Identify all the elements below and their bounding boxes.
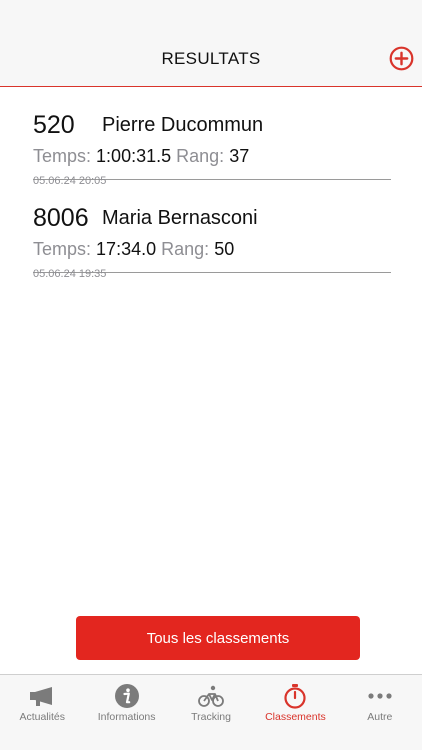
result-item[interactable]: 8006 Maria Bernasconi Temps: 17:34.0 Ran… [33, 180, 391, 280]
all-rankings-button[interactable]: Tous les classements [76, 616, 360, 660]
tab-informations[interactable]: Informations [84, 675, 168, 750]
time-label: Temps: [33, 146, 92, 166]
tab-label: Actualités [19, 711, 65, 723]
rank-label: Rang: [176, 146, 225, 166]
page-title: RESULTATS [161, 49, 261, 68]
tab-label: Autre [367, 711, 393, 723]
rank-value: 50 [214, 239, 235, 259]
tab-autre[interactable]: Autre [338, 675, 422, 750]
tab-tracking[interactable]: Tracking [169, 675, 253, 750]
time-label: Temps: [33, 239, 92, 259]
plus-circle-icon[interactable] [389, 46, 414, 71]
tab-label: Tracking [191, 711, 231, 723]
time-value: 17:34.0 [96, 239, 157, 259]
time-value: 1:00:31.5 [96, 146, 172, 166]
tab-actualites[interactable]: Actualités [0, 675, 84, 750]
more-icon [368, 693, 392, 699]
info-icon [114, 684, 139, 708]
tab-classements[interactable]: Classements [253, 675, 337, 750]
stopwatch-icon [284, 684, 307, 709]
megaphone-icon [30, 687, 53, 706]
rank-value: 37 [229, 146, 250, 166]
tab-label: Classements [265, 711, 326, 723]
result-stats: Temps: 1:00:31.5 Rang: 37 [33, 146, 249, 167]
result-stats: Temps: 17:34.0 Rang: 50 [33, 239, 234, 260]
bib-number: 8006 [33, 204, 89, 232]
tab-label: Informations [97, 711, 156, 723]
app-header: RESULTATS [0, 0, 422, 87]
results-list: 520 Pierre Ducommun Temps: 1:00:31.5 Ran… [33, 87, 391, 280]
tab-bar: Actualités Informations Tracking Classem… [0, 674, 422, 750]
result-item[interactable]: 520 Pierre Ducommun Temps: 1:00:31.5 Ran… [33, 87, 391, 187]
rank-label: Rang: [161, 239, 210, 259]
result-date: 05.06.24 19:35 [33, 268, 107, 280]
bicycle-icon [198, 685, 224, 707]
bib-number: 520 [33, 111, 75, 139]
athlete-name: Pierre Ducommun [102, 114, 264, 136]
athlete-name: Maria Bernasconi [102, 207, 258, 229]
